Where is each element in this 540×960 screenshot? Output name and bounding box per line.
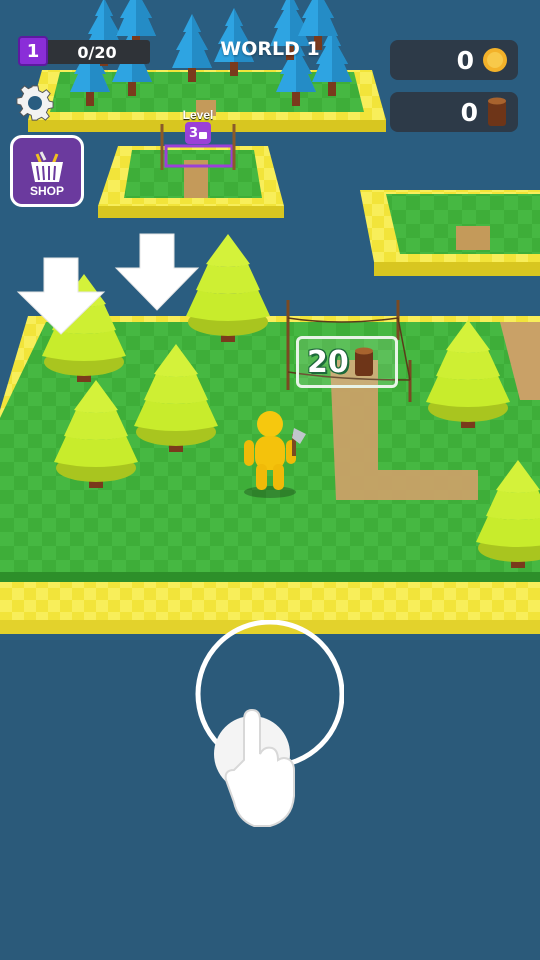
locked-island-sign: Level 3 xyxy=(178,108,218,144)
tap-hand-icon xyxy=(214,708,295,827)
lock-icon: 3 xyxy=(185,122,211,144)
wood-count: 0 xyxy=(460,97,478,127)
shop-button[interactable]: SHOP xyxy=(10,135,84,207)
build-cost-sign: 20 xyxy=(296,336,398,388)
wood-counter: 0 xyxy=(390,92,518,132)
xp-progress-bar: 0/20 xyxy=(44,40,150,64)
coin-counter: 0 xyxy=(390,40,518,80)
basket-icon xyxy=(31,151,63,182)
xp-progress-text: 0/20 xyxy=(77,42,117,62)
shop-label: SHOP xyxy=(29,184,64,198)
joystick-tutorial[interactable] xyxy=(194,620,344,840)
gear-icon[interactable] xyxy=(16,84,54,122)
locked-island-level: 3 xyxy=(188,125,199,141)
right-island xyxy=(360,190,540,276)
log-icon xyxy=(488,97,506,126)
world-title: WORLD 1 xyxy=(220,38,320,60)
locked-island-label: Level xyxy=(182,108,214,122)
player-level-badge: 1 xyxy=(18,36,48,66)
coin-count: 0 xyxy=(456,45,474,75)
coin-icon xyxy=(483,48,507,72)
log-icon xyxy=(354,347,373,376)
player-level-value: 1 xyxy=(26,40,40,62)
build-cost-value: 20 xyxy=(307,344,349,380)
